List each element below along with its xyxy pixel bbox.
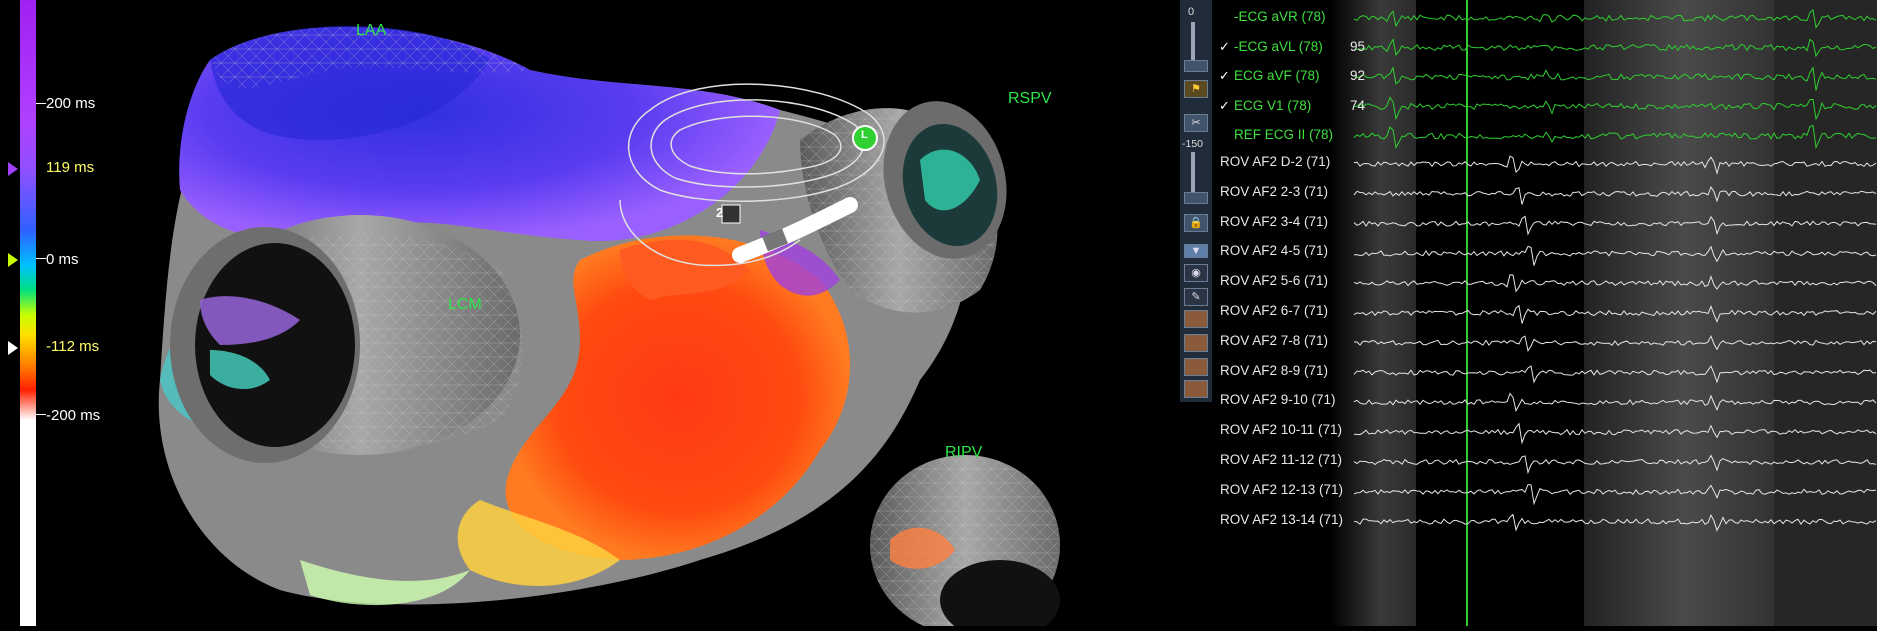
egm-channel-label[interactable]: ROV AF2 10-11 (71) (1220, 422, 1342, 437)
egm-channel-label[interactable]: ROV AF2 6-7 (71) (1220, 303, 1328, 318)
ecg-channel-label[interactable]: -ECG aVL (78) (1234, 39, 1323, 54)
gain-value-mid: -150 (1182, 138, 1204, 150)
3d-activation-map[interactable]: LAA RSPV LCM RIPV 2 L (60, 0, 1180, 631)
scale-tick (36, 103, 46, 104)
rspv-label: RSPV (1008, 90, 1052, 107)
ecg-channel-label[interactable]: REF ECG II (78) (1234, 127, 1333, 142)
egm-channel-label[interactable]: ROV AF2 2-3 (71) (1220, 184, 1328, 199)
scale-tick (36, 414, 46, 415)
signal-toolbar: 0 ⚑ ✂ -150 🔒 ▼ ◉ ✎ (1180, 0, 1212, 402)
dropdown-icon[interactable]: ▼ (1184, 244, 1208, 258)
color-scale-bar (20, 0, 36, 626)
ecg-trace (1353, 96, 1877, 121)
ecg-trace (1353, 124, 1877, 150)
egm-trace (1353, 513, 1877, 532)
egm-trace (1353, 422, 1877, 445)
ripv-label: RIPV (945, 444, 983, 461)
egm-trace (1353, 186, 1877, 205)
egm-trace (1353, 155, 1877, 176)
electroanatomic-mapping-screen: 200 ms 119 ms 0 ms -112 ms -200 ms LAA R… (0, 0, 1877, 631)
egm-trace (1353, 215, 1877, 236)
egm-trace (1353, 364, 1877, 384)
ecg-trace (1353, 9, 1877, 29)
slider-thumb[interactable] (1184, 60, 1208, 72)
egm-channel-label[interactable]: ROV AF2 9-10 (71) (1220, 392, 1336, 407)
laa-label: LAA (356, 22, 387, 39)
egm-trace (1354, 334, 1877, 352)
ecg-channel-value: 95 (1350, 38, 1366, 54)
egm-trace (1353, 304, 1877, 324)
torso-oblique-icon[interactable] (1184, 380, 1208, 398)
egm-channel-label[interactable]: ROV AF2 4-5 (71) (1220, 243, 1328, 258)
egm-trace (1353, 392, 1877, 413)
egm-channel-label[interactable]: ROV AF2 7-8 (71) (1220, 333, 1328, 348)
egm-trace (1353, 274, 1877, 293)
lock-icon[interactable]: 🔒 (1184, 214, 1208, 232)
egm-channel-label[interactable]: ROV AF2 8-9 (71) (1220, 363, 1328, 378)
electrogram-panel[interactable]: -ECG aVR (78) ✓ -ECG aVL (78) 95 ✓ ECG aVF (7… (1214, 0, 1877, 626)
torso-front-icon[interactable] (1184, 310, 1208, 328)
scissors-icon[interactable]: ✂ (1184, 114, 1208, 132)
channel-checkbox[interactable]: ✓ (1219, 39, 1230, 55)
upper-threshold-handle[interactable] (8, 162, 18, 176)
egm-channel-label[interactable]: ROV AF2 12-13 (71) (1220, 482, 1343, 497)
torso-back-icon[interactable] (1184, 358, 1208, 376)
scale-tick (36, 258, 46, 259)
ecg-trace (1353, 66, 1877, 91)
offset-slider-thumb[interactable] (1184, 192, 1208, 204)
egm-channel-label[interactable]: ROV AF2 5-6 (71) (1220, 273, 1328, 288)
egm-channel-label[interactable]: ROV AF2 13-14 (71) (1220, 512, 1343, 527)
gain-slider-track[interactable] (1191, 22, 1195, 62)
egm-channel-label[interactable]: ROV AF2 D-2 (71) (1220, 154, 1330, 169)
catheter-electrode-label: 2 (716, 205, 724, 220)
egm-trace (1353, 245, 1877, 266)
ecg-channel-label[interactable]: -ECG aVR (78) (1234, 9, 1326, 24)
ecg-channel-label[interactable]: ECG V1 (78) (1234, 98, 1311, 113)
egm-channel-label[interactable]: ROV AF2 11-12 (71) (1220, 452, 1342, 467)
eye-icon[interactable]: ◉ (1184, 264, 1208, 282)
ecg-channel-value: 74 (1350, 97, 1366, 113)
catheter-tip-label: L (861, 129, 868, 141)
offset-slider-track[interactable] (1191, 152, 1195, 192)
torso-side-icon[interactable] (1184, 334, 1208, 352)
lower-threshold-handle[interactable] (8, 341, 18, 355)
flag-icon[interactable]: ⚑ (1184, 80, 1208, 98)
channel-checkbox[interactable]: ✓ (1219, 68, 1230, 84)
egm-trace (1353, 454, 1877, 475)
catheter-icon[interactable]: ✎ (1184, 288, 1208, 306)
ecg-trace (1353, 38, 1877, 58)
egm-trace (1353, 484, 1877, 506)
ecg-channel-label[interactable]: ECG aVF (78) (1234, 68, 1320, 83)
egm-channel-label[interactable]: ROV AF2 3-4 (71) (1220, 214, 1328, 229)
lcm-label: LCM (448, 296, 482, 313)
gain-value-top: 0 (1188, 6, 1195, 18)
zero-marker-handle[interactable] (8, 253, 18, 267)
channel-checkbox[interactable]: ✓ (1219, 98, 1230, 114)
ecg-channel-value: 92 (1350, 68, 1366, 83)
